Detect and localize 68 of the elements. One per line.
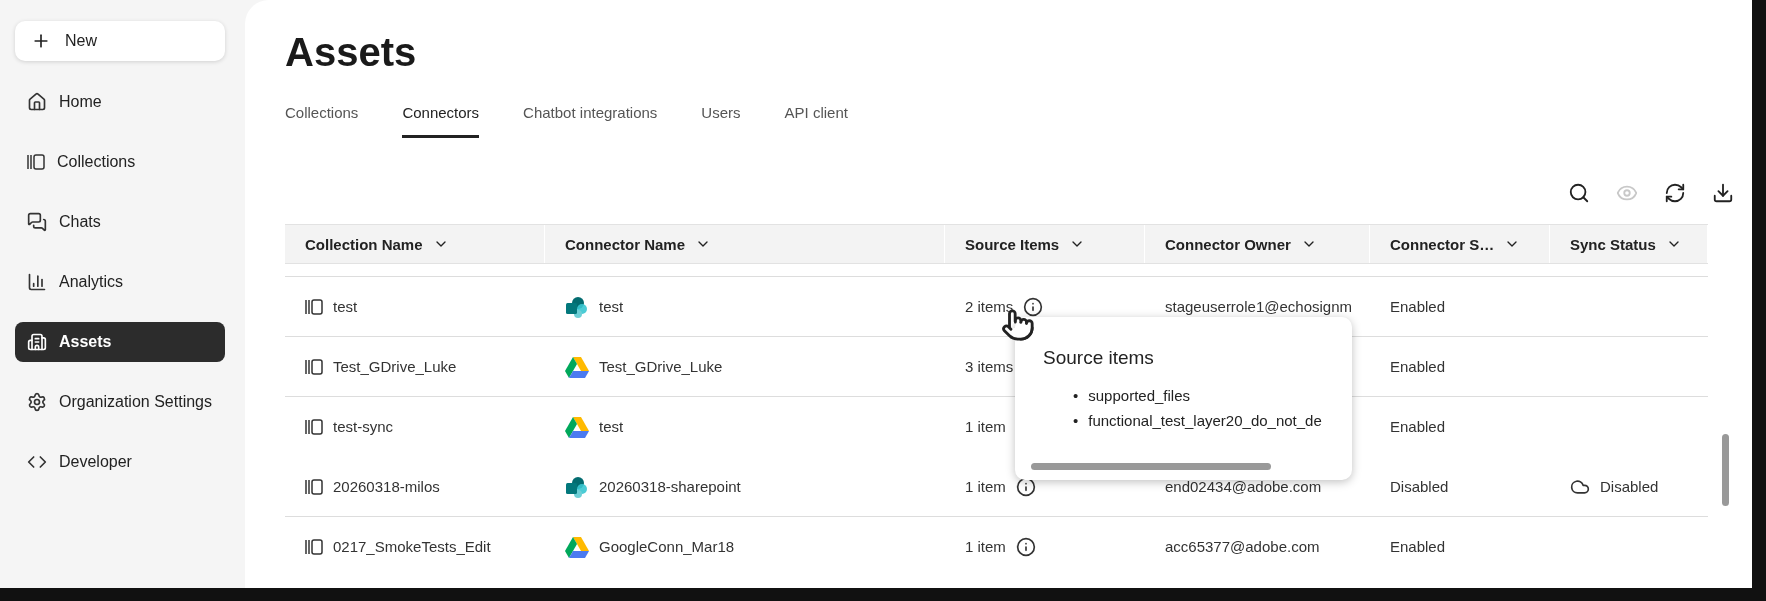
table-cell: 2 items (965, 298, 1014, 315)
sharepoint-icon (565, 474, 589, 499)
new-button[interactable]: New (15, 21, 225, 61)
collection-icon (27, 154, 45, 170)
table-cell: 3 items (965, 358, 1014, 375)
collection-icon (305, 418, 323, 435)
column-header[interactable]: Source Items (945, 225, 1145, 263)
table-cell: GoogleConn_Mar18 (599, 538, 735, 555)
horizontal-scrollbar[interactable] (1031, 463, 1271, 470)
table-cell: Enabled (1390, 298, 1446, 315)
column-header[interactable]: Connector S… (1370, 225, 1550, 263)
table-cell: 1 item (965, 418, 1006, 435)
table-cell: 20260318-milos (333, 478, 440, 495)
table-cell: Disabled (1390, 478, 1449, 495)
drive-icon (565, 355, 589, 378)
table-cell: test-sync (333, 418, 393, 435)
bar-chart-icon (27, 272, 47, 292)
column-header[interactable]: Collection Name (285, 225, 545, 263)
sidebar-item[interactable]: Collections (15, 142, 225, 182)
table-cell: test (599, 418, 624, 435)
sidebar-item[interactable]: Chats (15, 202, 225, 242)
table-cell: Test_GDrive_Luke (333, 358, 457, 375)
settings-icon (27, 392, 47, 412)
table-cell: 1 item (965, 478, 1006, 495)
tab[interactable]: API client (784, 98, 848, 138)
source-item: functional_test_layer20_do_not_de (1088, 411, 1322, 431)
table-cell: end02434@adobe.com (1165, 478, 1322, 495)
table-cell: Enabled (1390, 418, 1446, 435)
sidebar-item[interactable]: Home (15, 82, 225, 122)
table-cell: acc65377@adobe.com (1165, 538, 1320, 555)
table-cell: Enabled (1390, 358, 1446, 375)
table-cell: stageuserrole1@echosignm (1165, 298, 1352, 315)
tab[interactable]: Collections (285, 98, 359, 138)
sidebar-item[interactable]: Assets (15, 322, 225, 362)
collection-icon (305, 358, 323, 375)
drive-icon (565, 415, 589, 438)
collection-icon (305, 298, 323, 315)
drive-icon (565, 535, 589, 558)
tab[interactable]: Users (701, 98, 741, 138)
bullet: • (1073, 411, 1079, 431)
tab[interactable]: Connectors (402, 98, 480, 138)
table-cell: Disabled (1600, 478, 1659, 495)
sidebar-item[interactable]: Organization Settings (15, 382, 225, 422)
sidebar-item[interactable]: Developer (15, 442, 225, 482)
collection-icon (305, 478, 323, 495)
column-header[interactable]: Connector Name (545, 225, 945, 263)
table-cell: test (333, 298, 358, 315)
bullet: • (1073, 386, 1079, 406)
column-header[interactable]: Connector Owner (1145, 225, 1370, 263)
info-icon[interactable] (1015, 536, 1036, 557)
home-icon (27, 92, 47, 112)
chat-icon (27, 212, 47, 232)
table-cell: Test_GDrive_Luke (599, 358, 723, 375)
building-icon (27, 332, 47, 352)
table-cell: 1 item (965, 538, 1006, 555)
table-cell: 0217_SmokeTests_Edit (333, 538, 491, 555)
popover-title: Source items (1043, 347, 1155, 369)
column-header[interactable]: Sync Status (1550, 225, 1708, 263)
source-item: supported_files (1088, 386, 1190, 406)
sharepoint-icon (565, 294, 589, 319)
table-cell: Enabled (1390, 538, 1446, 555)
table-cell: 20260318-sharepoint (599, 478, 741, 495)
table-cell: test (599, 298, 624, 315)
tab[interactable]: Chatbot integrations (523, 98, 658, 138)
page-title: Assets (285, 29, 418, 76)
info-icon[interactable] (1023, 296, 1044, 317)
sidebar-item[interactable]: Analytics (15, 262, 225, 302)
collection-icon (305, 538, 323, 555)
